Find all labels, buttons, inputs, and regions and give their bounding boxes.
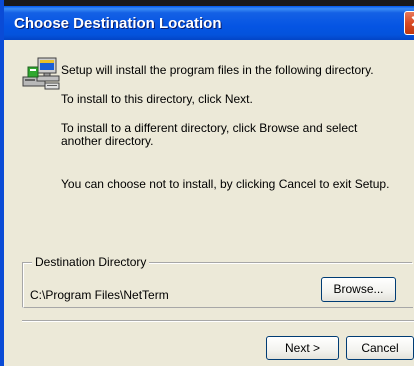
title-bar[interactable]: Choose Destination Location ✕ <box>4 0 414 40</box>
setup-computer-icon <box>22 57 60 90</box>
browse-instruction-text: To install to a different directory, cli… <box>61 121 358 135</box>
button-separator <box>22 320 414 322</box>
browse-button-label: Browse... <box>333 282 384 296</box>
close-icon: ✕ <box>410 14 414 31</box>
cancel-button[interactable]: Cancel <box>346 336 414 360</box>
next-button[interactable]: Next > <box>266 336 339 360</box>
window-title: Choose Destination Location <box>14 15 222 32</box>
close-button[interactable]: ✕ <box>404 11 414 35</box>
next-button-label: Next > <box>284 341 320 355</box>
destination-path: C:\Program Files\NetTerm <box>30 288 169 302</box>
destination-group-label: Destination Directory <box>32 255 150 269</box>
browse-button[interactable]: Browse... <box>321 277 396 302</box>
setup-dialog: Choose Destination Location ✕ Setup will… <box>0 0 414 366</box>
browse-instruction-text-cont: another directory. <box>61 134 154 148</box>
cancel-button-label: Cancel <box>361 341 399 355</box>
next-instruction-text: To install to this directory, click Next… <box>61 92 253 106</box>
intro-text: Setup will install the program files in … <box>61 63 374 77</box>
cancel-instruction-text: You can choose not to install, by clicki… <box>61 177 390 191</box>
